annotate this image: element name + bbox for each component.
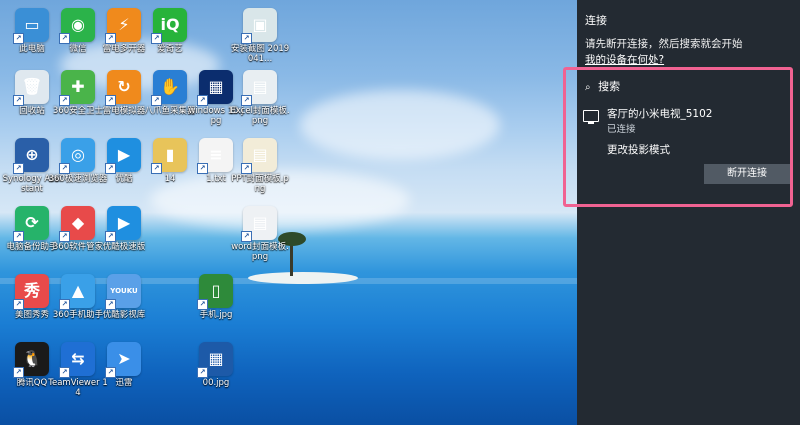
shortcut-arrow-icon: ↗ <box>13 299 24 310</box>
shortcut-arrow-icon: ↗ <box>105 163 116 174</box>
app-icon: ◆ ↗ <box>59 206 95 242</box>
desktop-icon[interactable]: ▤ ↗ word封面模板.png <box>230 206 290 266</box>
app-icon: ▤ ↗ <box>241 206 277 242</box>
shortcut-arrow-icon: ↗ <box>13 95 24 106</box>
panel-hint: 请先断开连接，然后搜索就会开始 <box>585 38 743 50</box>
shortcut-arrow-icon: ↗ <box>151 33 162 44</box>
shortcut-arrow-icon: ↗ <box>13 163 24 174</box>
shortcut-arrow-icon: ↗ <box>241 163 252 174</box>
shortcut-arrow-icon: ↗ <box>151 95 162 106</box>
shortcut-arrow-icon: ↗ <box>59 33 70 44</box>
app-icon: 🗑 ↗ <box>13 70 49 106</box>
shortcut-arrow-icon: ↗ <box>197 163 208 174</box>
desktop-icon-label: 安装截图 2019041... <box>230 44 290 64</box>
shortcut-arrow-icon: ↗ <box>59 367 70 378</box>
app-icon: ▮ ↗ <box>151 138 187 174</box>
app-icon: ▣ ↗ <box>241 8 277 44</box>
desktop-icon-label: 优酷极速版 <box>102 242 146 252</box>
app-icon: ⇆ ↗ <box>59 342 95 378</box>
app-icon: 🐧 ↗ <box>13 342 49 378</box>
desktop-background: ▭ ↗ 此电脑 ◉ ↗ 微信 ⚡ ↗ 雷电多开器 iQ ↗ 爱奇艺 ▣ ↗ 安装截图 2019041... 🗑… <box>0 0 577 425</box>
app-icon: ▭ ↗ <box>13 8 49 44</box>
shortcut-arrow-icon: ↗ <box>105 33 116 44</box>
cloud-shape <box>300 90 500 160</box>
shortcut-arrow-icon: ↗ <box>13 367 24 378</box>
shortcut-arrow-icon: ↗ <box>151 163 162 174</box>
shortcut-arrow-icon: ↗ <box>59 299 70 310</box>
app-icon: ↻ ↗ <box>105 70 141 106</box>
app-icon: ➤ ↗ <box>105 342 141 378</box>
desktop-icon[interactable]: iQ ↗ 爱奇艺 <box>140 8 200 68</box>
where-is-my-device-link[interactable]: 我的设备在何处? <box>585 52 664 67</box>
shortcut-arrow-icon: ↗ <box>59 163 70 174</box>
shortcut-arrow-icon: ↗ <box>197 367 208 378</box>
app-icon: ▦ ↗ <box>197 342 233 378</box>
desktop-icon[interactable]: YOUKU ↗ 优酷影视库 <box>94 274 154 334</box>
desktop-icon[interactable]: ➤ ↗ 迅雷 <box>94 342 154 402</box>
shortcut-arrow-icon: ↗ <box>197 299 208 310</box>
shortcut-arrow-icon: ↗ <box>241 231 252 242</box>
highlight-frame <box>563 67 793 207</box>
app-icon: ◎ ↗ <box>59 138 95 174</box>
app-icon: ▶ ↗ <box>105 138 141 174</box>
island <box>248 272 358 284</box>
app-icon: ▤ ↗ <box>241 70 277 106</box>
desktop-icon[interactable]: ▣ ↗ 安装截图 2019041... <box>230 8 290 68</box>
app-icon: YOUKU ↗ <box>105 274 141 310</box>
desktop-icon-label: 优酷影视库 <box>102 310 146 320</box>
app-icon: ▲ ↗ <box>59 274 95 310</box>
app-icon: ⚡ ↗ <box>105 8 141 44</box>
shortcut-arrow-icon: ↗ <box>59 95 70 106</box>
shortcut-arrow-icon: ↗ <box>13 33 24 44</box>
desktop-icon-label: 手机.jpg <box>199 310 233 320</box>
shortcut-arrow-icon: ↗ <box>197 95 208 106</box>
desktop-icon[interactable]: ▤ ↗ Excel封面模板.png <box>230 70 290 130</box>
shortcut-arrow-icon: ↗ <box>105 299 116 310</box>
shortcut-arrow-icon: ↗ <box>105 231 116 242</box>
app-icon: ✋ ↗ <box>151 70 187 106</box>
desktop-icon[interactable]: ▶ ↗ 优酷极速版 <box>94 206 154 266</box>
shortcut-arrow-icon: ↗ <box>13 231 24 242</box>
desktop-icon-label: word封面模板.png <box>231 242 289 262</box>
app-icon: ⊕ ↗ <box>13 138 49 174</box>
app-icon: ▦ ↗ <box>197 70 233 106</box>
app-icon: ≡ ↗ <box>197 138 233 174</box>
shortcut-arrow-icon: ↗ <box>105 367 116 378</box>
desktop-icon[interactable]: ▦ ↗ 00.jpg <box>186 342 246 402</box>
shortcut-arrow-icon: ↗ <box>241 33 252 44</box>
shortcut-arrow-icon: ↗ <box>105 95 116 106</box>
app-icon: iQ ↗ <box>151 8 187 44</box>
app-icon: ▤ ↗ <box>241 138 277 174</box>
desktop-icon-label: 迅雷 <box>115 378 133 388</box>
desktop-icon-label: Excel封面模板.png <box>230 106 290 126</box>
shortcut-arrow-icon: ↗ <box>241 95 252 106</box>
desktop-icon-label: 爱奇艺 <box>157 44 183 54</box>
desktop-icon[interactable]: ▤ ↗ PPT封面模板.png <box>230 138 290 198</box>
desktop-icon-label: 00.jpg <box>202 378 230 388</box>
app-icon: ◉ ↗ <box>59 8 95 44</box>
app-icon: ▶ ↗ <box>105 206 141 242</box>
app-icon: ✚ ↗ <box>59 70 95 106</box>
shortcut-arrow-icon: ↗ <box>59 231 70 242</box>
connect-panel: 连接 请先断开连接，然后搜索就会开始 我的设备在何处? ⌕ 搜索 客厅的小米电视… <box>577 0 800 425</box>
app-icon: ⟳ ↗ <box>13 206 49 242</box>
app-icon: 秀 ↗ <box>13 274 49 310</box>
desktop-icon[interactable]: ▯ ↗ 手机.jpg <box>186 274 246 334</box>
panel-title: 连接 <box>585 14 607 27</box>
app-icon: ▯ ↗ <box>197 274 233 310</box>
desktop-icon-label: PPT封面模板.png <box>231 174 289 194</box>
